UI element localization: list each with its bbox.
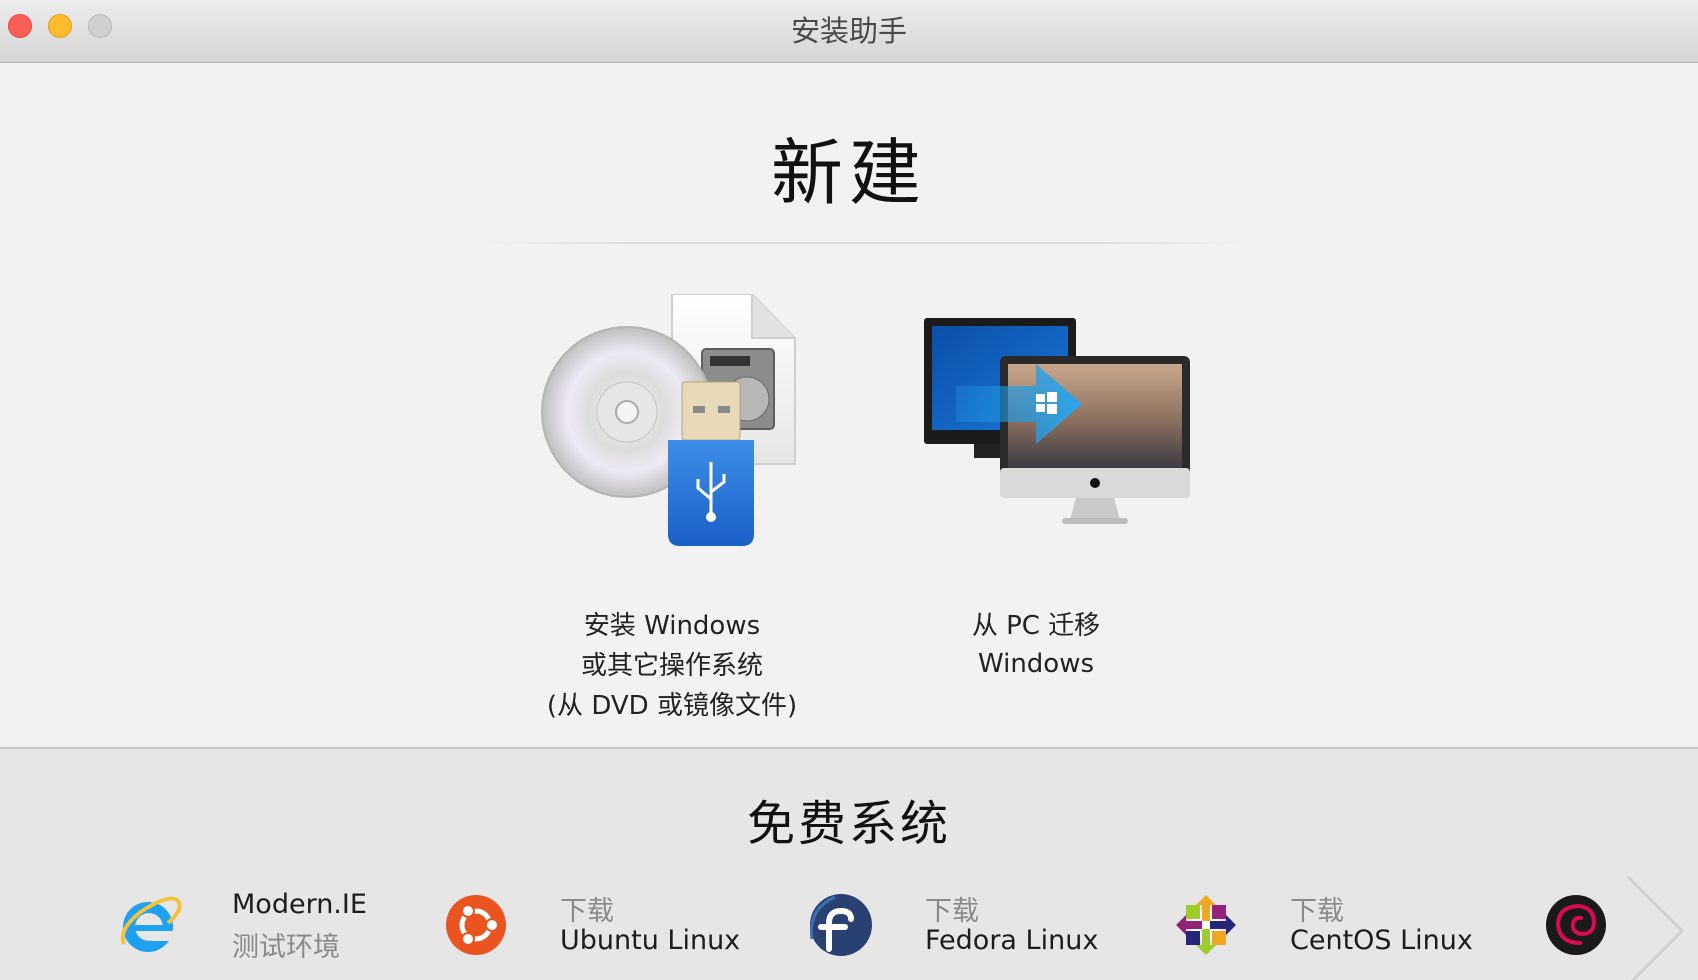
centos-name: CentOS Linux bbox=[1290, 925, 1473, 956]
installation-assistant-window: 安装助手 新建 安装 Windows 或其它操作系统 (从 DVD 或镜像文件)… bbox=[0, 0, 1698, 980]
free-systems-section: 免费系统 Modern.IE 测试环境 下载 Ubuntu Linux 下载 F… bbox=[0, 749, 1698, 980]
centos-download-item[interactable]: 下载 CentOS Linux bbox=[1170, 889, 1490, 979]
ubuntu-download-label: 下载 bbox=[560, 896, 614, 927]
modern-ie-title: Modern.IE bbox=[232, 889, 367, 920]
debian-download-item[interactable] bbox=[1540, 889, 1630, 979]
migrate-label-line1: 从 PC 迁移 bbox=[971, 611, 1101, 641]
fedora-download-item[interactable]: 下载 Fedora Linux bbox=[805, 889, 1125, 979]
debian-icon bbox=[1546, 895, 1606, 955]
install-label-line3: (从 DVD 或镜像文件) bbox=[546, 691, 798, 721]
title-bar: 安装助手 bbox=[0, 0, 1698, 63]
install-label-line2: 或其它操作系统 bbox=[580, 651, 763, 681]
new-section-title: 新建 bbox=[770, 131, 927, 215]
install-media-icon bbox=[541, 294, 796, 546]
free-systems-title: 免费系统 bbox=[746, 796, 951, 852]
pc-to-mac-icon bbox=[924, 318, 1190, 524]
fedora-download-label: 下载 bbox=[925, 896, 979, 927]
migrate-from-pc-option[interactable]: 从 PC 迁移 Windows bbox=[826, 294, 1246, 754]
modern-ie-item[interactable]: Modern.IE 测试环境 bbox=[112, 889, 412, 979]
centos-icon bbox=[1176, 895, 1236, 955]
install-label-line1: 安装 Windows bbox=[583, 611, 761, 641]
internet-explorer-icon bbox=[120, 896, 182, 952]
fedora-name: Fedora Linux bbox=[925, 925, 1099, 956]
ubuntu-download-item[interactable]: 下载 Ubuntu Linux bbox=[440, 889, 760, 979]
window-title: 安装助手 bbox=[790, 14, 907, 48]
divider bbox=[480, 242, 1250, 244]
new-section: 新建 安装 Windows 或其它操作系统 (从 DVD 或镜像文件) 从 PC… bbox=[0, 64, 1698, 747]
ubuntu-icon bbox=[446, 895, 506, 955]
modern-ie-subtitle: 测试环境 bbox=[232, 932, 340, 963]
chevron-right-icon[interactable] bbox=[1620, 869, 1698, 980]
install-windows-option[interactable]: 安装 Windows 或其它操作系统 (从 DVD 或镜像文件) bbox=[462, 294, 882, 754]
centos-download-label: 下载 bbox=[1290, 896, 1344, 927]
fedora-icon bbox=[809, 894, 872, 956]
ubuntu-name: Ubuntu Linux bbox=[560, 925, 741, 956]
migrate-label-line2: Windows bbox=[977, 649, 1095, 679]
